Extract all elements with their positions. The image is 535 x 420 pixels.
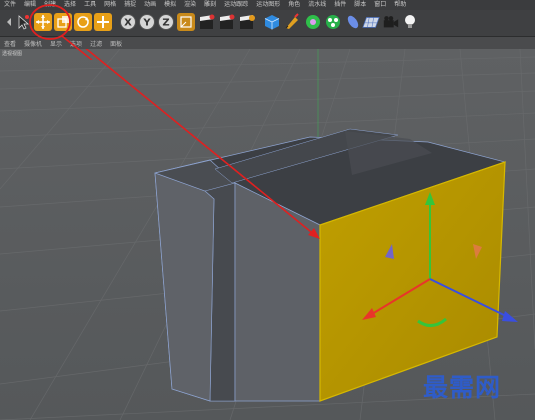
viewport-menu-item[interactable]: 过滤 — [86, 39, 106, 48]
render-settings-icon[interactable] — [238, 13, 256, 31]
menu-item[interactable]: 角色 — [284, 0, 304, 10]
viewport-menu-item[interactable]: 面板 — [106, 39, 126, 48]
menu-item[interactable]: 运动图形 — [252, 0, 284, 10]
floor-icon[interactable] — [362, 13, 382, 31]
camera-icon[interactable] — [382, 13, 402, 31]
subdivision-icon[interactable] — [304, 13, 322, 31]
cloner-icon[interactable] — [324, 13, 342, 31]
menu-item[interactable]: 捕捉 — [120, 0, 140, 10]
viewport-menu-item[interactable]: 查看 — [0, 39, 20, 48]
watermark-text: 最需网 — [423, 373, 502, 402]
cursor-arrow-icon[interactable] — [14, 13, 32, 31]
pen-icon[interactable] — [283, 13, 301, 31]
plus-cross-icon[interactable] — [94, 13, 112, 31]
menu-item[interactable]: 脚本 — [350, 0, 370, 10]
deformer-icon[interactable] — [344, 13, 362, 31]
axis-z-button[interactable]: Z — [157, 13, 175, 31]
menu-item[interactable]: 帮助 — [390, 0, 410, 10]
cube-icon[interactable] — [263, 13, 281, 31]
render-view-clapper-icon[interactable] — [198, 13, 216, 31]
menu-item[interactable]: 选择 — [60, 0, 80, 10]
menu-item[interactable]: 窗口 — [370, 0, 390, 10]
viewport-menu-item[interactable]: 摄像机 — [20, 39, 46, 48]
menu-item[interactable]: 流水线 — [304, 0, 330, 10]
menu-item[interactable]: 工具 — [80, 0, 100, 10]
menu-item[interactable]: 插件 — [330, 0, 350, 10]
menu-item[interactable]: 文件 — [0, 0, 20, 10]
toolbar: X Y Z — [0, 10, 535, 37]
menu-item[interactable]: 网格 — [100, 0, 120, 10]
menu-item[interactable]: 创建 — [40, 0, 60, 10]
viewport-menu-bar: 查看 摄像机 显示 选项 过滤 面板 — [0, 37, 535, 49]
menu-item[interactable]: 动画 — [140, 0, 160, 10]
menu-item[interactable]: 渲染 — [180, 0, 200, 10]
light-bulb-icon[interactable] — [401, 13, 419, 31]
undo-icon[interactable] — [0, 13, 11, 31]
render-picture-clapper-icon[interactable] — [218, 13, 236, 31]
viewport-menu-item[interactable]: 显示 — [46, 39, 66, 48]
menu-item[interactable]: 运动跟踪 — [220, 0, 252, 10]
move-tool-icon[interactable] — [34, 13, 52, 31]
perspective-viewport[interactable]: 透视视图 — [0, 49, 535, 420]
axis-y-label: Y — [142, 18, 151, 29]
world-coordinate-icon[interactable] — [177, 13, 195, 31]
rotate-tool-icon[interactable] — [74, 13, 92, 31]
axis-x-label: X — [124, 18, 132, 29]
scale-tool-icon[interactable] — [54, 13, 72, 31]
viewport-label: 透视视图 — [2, 51, 23, 57]
axis-x-button[interactable]: X — [119, 13, 137, 31]
menu-item[interactable]: 雕刻 — [200, 0, 220, 10]
menu-bar: 文件 编辑 创建 选择 工具 网格 捕捉 动画 模拟 渲染 雕刻 运动跟踪 运动图形 角色 流水线 插件 脚本窗… — [0, 0, 535, 10]
viewport-canvas[interactable] — [0, 49, 535, 420]
menu-item[interactable]: 编辑 — [20, 0, 40, 10]
axis-z-label: Z — [162, 18, 169, 29]
axis-y-button[interactable]: Y — [138, 13, 156, 31]
viewport-menu-item[interactable]: 选项 — [66, 39, 86, 48]
menu-item[interactable]: 模拟 — [160, 0, 180, 10]
